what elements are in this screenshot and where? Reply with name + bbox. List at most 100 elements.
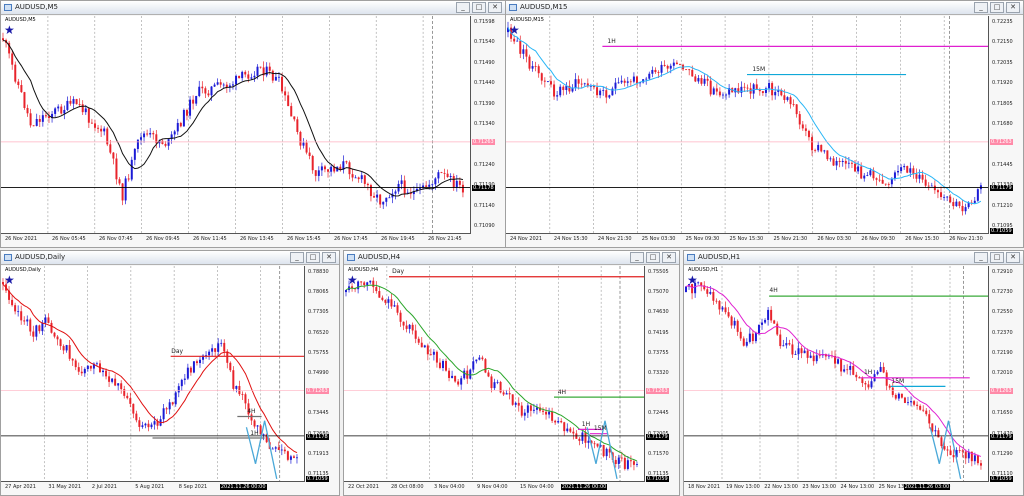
candle-body (216, 82, 219, 85)
price-plot[interactable]: AUDUSD,H1 ★ 4H 1H 15M (684, 266, 989, 482)
candle-body (559, 86, 562, 96)
price-tick-label: 0.72910 (992, 269, 1013, 275)
candle-body (623, 80, 626, 83)
candle-body (635, 464, 638, 465)
candle-body (921, 174, 924, 180)
window-title-bar[interactable]: AUDUSD,H1 _ □ ✕ (684, 251, 1023, 265)
chart-window-m5[interactable]: AUDUSD,M5 _ □ ✕ AUDUSD,M5 ★ 0.71598 0.71540 0.71… (0, 0, 506, 248)
candle-body (569, 428, 572, 432)
candle-body (366, 183, 369, 186)
candle-body (451, 375, 454, 378)
chart-window-h4[interactable]: AUDUSD,H4 _ □ ✕ AUDUSD,H4 ★ Day 4H 1H 15M 0.75505 0… (343, 250, 680, 496)
candle-body (632, 76, 635, 82)
chart-area[interactable]: AUDUSD,M15 ★ 1H 15M 0.72235 0.72150 0.72035 0.7… (506, 16, 1023, 247)
minimize-button[interactable]: _ (974, 2, 988, 13)
candle-body (165, 408, 168, 410)
candle-body (522, 49, 525, 54)
price-tick-label: 0.74630 (648, 309, 669, 316)
maximize-button[interactable]: □ (306, 252, 320, 263)
close-button[interactable]: ✕ (1006, 2, 1020, 13)
time-tick-label: 24 Nov 13:00 (840, 484, 875, 490)
candle-body (860, 166, 863, 179)
time-tick-label: 27 Apr 2021 (5, 484, 36, 490)
maximize-button[interactable]: □ (990, 2, 1004, 13)
chart-area[interactable]: AUDUSD,H1 ★ 4H 1H 15M 0.72910 0.72730 0.72550 0.… (684, 266, 1023, 495)
candle-body (943, 196, 946, 198)
chart-area[interactable]: AUDUSD,M5 ★ 0.71598 0.71540 0.71490 0.71440 0.… (1, 16, 505, 247)
price-tick-label: 0.71340 (474, 121, 495, 127)
candle-body (93, 123, 96, 128)
candle-body (626, 460, 629, 469)
price-scale[interactable]: 0.72910 0.72730 0.72550 0.72370 0.72190 0.720… (989, 266, 1023, 483)
minimize-button[interactable]: _ (630, 252, 644, 263)
candle-body (174, 392, 177, 405)
minimize-button[interactable]: _ (456, 2, 470, 13)
price-scale[interactable]: 0.75505 0.75070 0.74630 0.74195 0.73755 0.733… (645, 266, 679, 483)
candle-body (454, 375, 457, 382)
minimize-button[interactable]: _ (290, 252, 304, 263)
close-button[interactable]: ✕ (1006, 252, 1020, 263)
candle-body (548, 411, 551, 415)
close-button[interactable]: ✕ (322, 252, 336, 263)
price-plot[interactable]: AUDUSD,H4 ★ Day 4H 1H 15M (344, 266, 645, 482)
chart-canvas (1, 266, 304, 481)
candle-body (786, 97, 789, 100)
chart-window-daily[interactable]: AUDUSD,Daily _ □ ✕ AUDUSD,Daily ★ Day 4H 1H 0.788… (0, 250, 340, 496)
window-title-bar[interactable]: AUDUSD,M15 _ □ ✕ (506, 1, 1023, 15)
level-15m-label: 15M (752, 65, 766, 73)
time-tick-label: 26 Nov 03:30 (817, 236, 852, 242)
price-scale[interactable]: 0.78830 0.78065 0.77305 0.76520 0.75755 0.749… (305, 266, 339, 483)
chart-area[interactable]: AUDUSD,Daily ★ Day 4H 1H 0.78830 0.78065 0.7730… (1, 266, 339, 495)
candle-body (83, 369, 86, 374)
candle-body (745, 341, 748, 346)
price-scale[interactable]: 0.71598 0.71540 0.71490 0.71440 0.71390 0.713… (471, 16, 505, 235)
maximize-button[interactable]: □ (990, 252, 1004, 263)
price-tick-label: 0.72010 (992, 370, 1013, 376)
window-controls: _ □ ✕ (972, 252, 1020, 263)
candle-body (295, 457, 298, 459)
window-title-bar[interactable]: AUDUSD,M5 _ □ ✕ (1, 1, 505, 15)
price-scale[interactable]: 0.72235 0.72150 0.72035 0.71920 0.71805 0.716… (989, 16, 1023, 235)
window-title: AUDUSD,H1 (698, 253, 741, 261)
time-scale[interactable]: 18 Nov 2021 19 Nov 13:00 22 Nov 13:00 23 No… (684, 483, 989, 495)
time-tick-label: 26 Nov 11:45 (193, 236, 227, 242)
time-scale[interactable]: 22 Oct 2021 28 Oct 08:00 3 Nov 04:00 9 Nov … (344, 483, 645, 495)
minimize-button[interactable]: _ (974, 252, 988, 263)
chart-window-h1[interactable]: AUDUSD,H1 _ □ ✕ AUDUSD,H1 ★ 4H 1H 15M 0.72910 0.72… (683, 250, 1024, 496)
candle-body (774, 91, 777, 96)
candle-body (78, 104, 81, 105)
maximize-button[interactable]: □ (646, 252, 660, 263)
close-button[interactable]: ✕ (488, 2, 502, 13)
price-tick-label: 0.74990 (308, 370, 329, 376)
price-tick-label: 0.71440 (474, 80, 495, 87)
candle-body (133, 148, 136, 160)
candle-body (388, 197, 391, 199)
candle-body (286, 451, 289, 460)
chart-window-m15[interactable]: AUDUSD,M15 _ □ ✕ AUDUSD,M15 ★ 1H 15M 0.72235 0.72… (505, 0, 1024, 248)
projection-path (254, 420, 278, 479)
candle-body (657, 72, 660, 73)
candle-body (458, 180, 461, 185)
candle-body (721, 94, 724, 96)
candle-body (888, 385, 891, 388)
chart-window-icon (687, 254, 695, 261)
close-button[interactable]: ✕ (662, 252, 676, 263)
candle-body (551, 411, 554, 421)
candle-body (256, 66, 259, 76)
candle-body (259, 66, 262, 68)
candle-body (425, 185, 428, 187)
time-scale[interactable]: 27 Apr 2021 31 May 2021 2 Jul 2021 5 Aug 20… (1, 483, 305, 495)
window-title-bar[interactable]: AUDUSD,Daily _ □ ✕ (1, 251, 339, 265)
price-plot[interactable]: AUDUSD,M5 ★ (1, 16, 471, 234)
maximize-button[interactable]: □ (472, 2, 486, 13)
price-plot[interactable]: AUDUSD,M15 ★ 1H 15M (506, 16, 989, 234)
candle-body (976, 189, 979, 201)
window-title-bar[interactable]: AUDUSD,H4 _ □ ✕ (344, 251, 679, 265)
time-scale[interactable]: 26 Nov 2021 26 Nov 05:45 26 Nov 07:45 26 No… (1, 235, 471, 247)
candle-body (557, 421, 560, 423)
time-scale[interactable]: 24 Nov 2021 24 Nov 15:30 24 Nov 21:30 25 No… (506, 235, 989, 247)
candle-body (666, 65, 669, 69)
chart-area[interactable]: AUDUSD,H4 ★ Day 4H 1H 15M 0.75505 0.75070 0.7463… (344, 266, 679, 495)
price-plot[interactable]: AUDUSD,Daily ★ Day 4H 1H (1, 266, 305, 482)
candle-body (712, 88, 715, 95)
